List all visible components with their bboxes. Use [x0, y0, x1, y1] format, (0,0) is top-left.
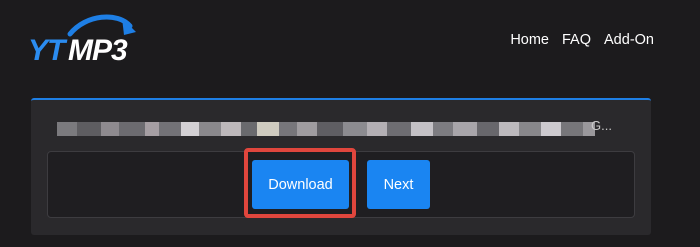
nav-home[interactable]: Home: [510, 32, 549, 48]
video-title-pixelated: [57, 122, 623, 136]
svg-text:YT: YT: [28, 34, 68, 67]
ytmp3-logo[interactable]: YT MP3: [26, 12, 144, 70]
main-nav: Home FAQ Add-On: [510, 32, 654, 48]
video-title-suffix: G...: [591, 118, 612, 133]
download-button[interactable]: Download: [252, 160, 349, 209]
nav-add-on[interactable]: Add-On: [604, 32, 654, 48]
logo-graphic: YT MP3: [28, 14, 136, 67]
svg-text:MP3: MP3: [68, 34, 128, 67]
action-panel: Download Next: [47, 148, 635, 218]
next-button[interactable]: Next: [367, 160, 430, 209]
conversion-card: G... Download Next: [31, 98, 651, 235]
nav-faq[interactable]: FAQ: [562, 32, 591, 48]
